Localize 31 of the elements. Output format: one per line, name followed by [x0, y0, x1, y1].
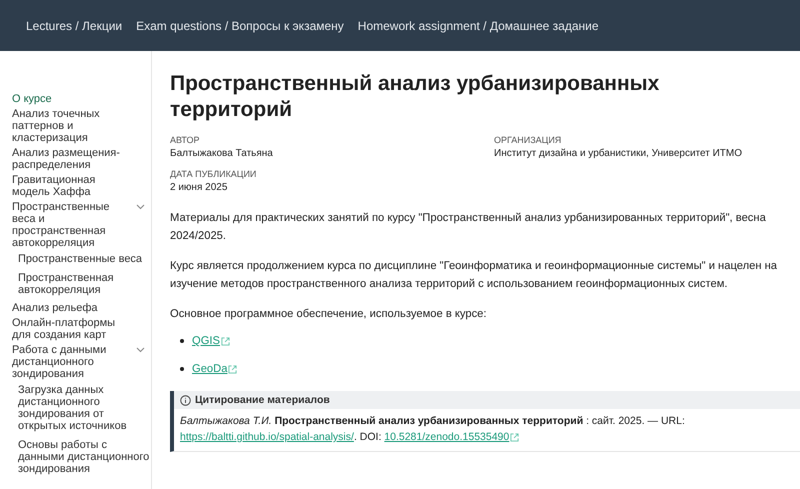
page-title: Пространственный анализ урбанизированных территорий — [170, 71, 660, 123]
callout-title: Цитирование материалов — [195, 394, 330, 406]
sidebar-item[interactable]: Анализ размещения-распределения — [12, 147, 130, 171]
sidebar-subitem[interactable]: Пространственные веса — [12, 253, 152, 265]
url-link[interactable]: https://baltti.github.io/spatial-analysis/ — [180, 429, 354, 445]
meta-value: 2 июня 2025 — [170, 182, 228, 193]
sidebar-subitem[interactable]: Основы работы с данными дистанционного зондирования — [12, 439, 152, 475]
sidebar-item[interactable]: Пространственные веса и пространственная автокорреляция — [12, 201, 130, 249]
paragraph: Курс является продолжением курса по дисциплине "Геоинформатика и геоинформационные системы" и нацелен на изучение методов пространственного анализа территорий с использованием геоинформационных систем. — [170, 259, 778, 292]
sidebar-subitem[interactable]: Пространственная автокорреляция — [12, 272, 152, 296]
sidebar-item[interactable]: Анализ рельефа — [12, 302, 130, 314]
paragraph: Основное программное обеспечение, используемое в курсе: — [170, 307, 488, 322]
paragraph: Материалы для практических занятий по курсу "Пространственный анализ урбанизированных территорий", весна 2024/2025. — [170, 211, 767, 244]
meta-value: Институт дизайна и урбанистики, Университет ИТМО — [494, 148, 743, 159]
sidebar-subitem[interactable]: Загрузка данных дистанционного зондирования от открытых источников — [12, 384, 152, 432]
meta-label: ОРГАНИЗАЦИЯ — [494, 135, 562, 145]
nav-link[interactable]: Exam questions / Вопросы к экзамену — [136, 18, 344, 32]
nav-link[interactable]: Lectures / Лекции — [26, 18, 122, 32]
citation-text: Балтыжакова Т.И. Пространственный анализ урбанизированных территорий : сайт. 2025. — URL: https://baltti.github.io/spatial-analysis/. DOI: 10.5281/zenodo.15535490 — [179, 414, 686, 447]
sidebar-item[interactable]: Работа с данными дистанционного зондирования — [12, 344, 130, 380]
sidebar-item[interactable]: Онлайн-платформы для создания карт — [12, 317, 130, 341]
sidebar-item[interactable]: Гравитационная модель Хаффа — [12, 174, 130, 198]
software-link[interactable]: QGIS — [192, 335, 230, 347]
doi-link[interactable]: 10.5281/zenodo.15535490 — [384, 429, 520, 445]
sidebar-item[interactable]: Анализ точечных паттернов и кластеризация — [12, 108, 130, 144]
meta-value: Балтыжакова Татьяна — [170, 148, 274, 159]
sidebar-item[interactable]: О курсе — [12, 93, 130, 105]
software-link[interactable]: GeoDa — [192, 363, 238, 375]
meta-label: АВТОР — [170, 135, 201, 145]
meta-label: ДАТА ПУБЛИКАЦИИ — [170, 169, 258, 179]
nav-link[interactable]: Homework assignment / Домашнее задание — [358, 18, 598, 32]
